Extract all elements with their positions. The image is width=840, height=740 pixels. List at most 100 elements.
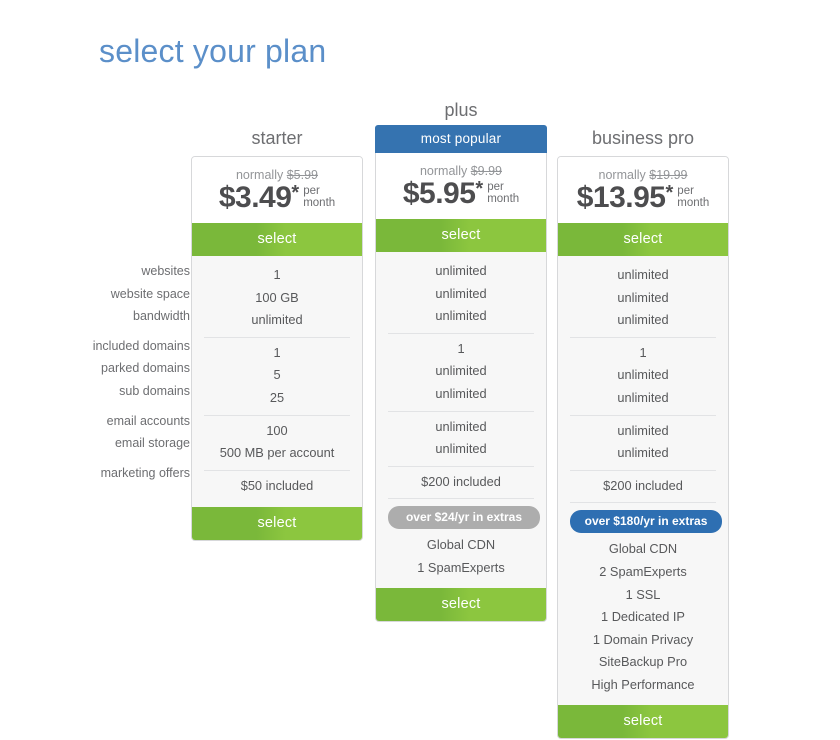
label-spacer [40,328,190,335]
plan-name: plus [444,100,478,120]
current-price: $13.95 * per month [558,183,728,213]
feature-group: 1 5 25 [204,336,350,415]
select-button-top-plus[interactable]: select [376,219,546,252]
feature-group: unlimited unlimited [388,410,534,466]
label-spacer [40,455,190,462]
feature-value: $50 included [240,477,314,493]
feature-label-group: websites website space bandwidth [40,260,190,328]
plan-column-business-pro: business pro normally $19.99 $13.95 * pe… [557,128,729,739]
select-button-top-starter[interactable]: select [192,223,362,256]
feature-label: bandwidth [133,309,190,324]
period-per: per [677,185,694,197]
price-asterisk: * [475,178,484,200]
feature-value: unlimited [435,418,487,434]
extra-item: Global CDN [608,541,678,557]
feature-value: 500 MB per account [219,445,335,461]
plan-name: business pro [591,128,695,148]
feature-label: email storage [114,436,190,451]
extras-group: over $24/yr in extras Global CDN 1 SpamE… [388,498,540,582]
normally-prefix: normally [235,168,284,182]
price-amount: $5.95 [402,177,476,210]
feature-value: unlimited [617,422,669,438]
period-per: per [303,185,320,197]
feature-value: unlimited [617,445,669,461]
period-month: month [677,197,710,209]
feature-group: $200 included [570,469,716,503]
feature-group: 1 unlimited unlimited [388,332,534,411]
feature-value: 25 [269,389,285,405]
select-button-bottom-plus[interactable]: select [376,587,546,621]
price-period: per month [677,183,709,209]
feature-value: $200 included [421,473,501,489]
price-amount: $13.95 [576,181,666,214]
plan-name: starter [251,128,303,148]
feature-label: sub domains [119,383,190,398]
feature-label-group: marketing offers [40,462,190,485]
feature-value: unlimited [617,312,669,328]
extra-item: 2 SpamExperts [599,563,687,579]
feature-label: parked domains [101,361,190,376]
plan-column-starter: starter normally $5.99 $3.49 * per month… [191,128,363,542]
period-per: per [487,181,504,193]
extra-item: SiteBackup Pro [598,654,688,670]
period-month: month [487,193,520,205]
feature-group: 100 500 MB per account [204,414,350,470]
select-button-top-business-pro[interactable]: select [558,223,728,256]
feature-value: unlimited [435,263,487,278]
extra-item: 1 SSL [625,586,661,602]
normally-price-struck: $5.99 [286,168,318,182]
feature-value: 5 [273,367,281,383]
feature-value: 100 GB [255,289,299,305]
feature-value: 1 [457,340,465,356]
price-asterisk: * [665,182,674,204]
normally-prefix: normally [598,168,646,182]
feature-value: unlimited [617,367,669,383]
price-asterisk: * [291,182,300,204]
normal-price: normally $19.99 [558,168,728,182]
feature-value: unlimited [435,363,487,379]
normally-price-struck: $19.99 [649,168,688,182]
price-block: normally $9.99 $5.95 * per month [376,153,546,219]
extra-item: 1 Domain Privacy [592,631,694,647]
feature-group: 1 unlimited unlimited [570,336,716,415]
extras-group: over $180/yr in extras Global CDN 2 Spam… [570,502,722,699]
normal-price: normally $5.99 [192,168,362,182]
feature-label-group: email accounts email storage [40,410,190,455]
normal-price: normally $9.99 [376,164,546,178]
feature-value: 100 [266,422,288,438]
price-period: per month [487,179,519,205]
label-spacer [40,403,190,410]
feature-group: 1 100 GB unlimited [192,260,362,337]
extra-item: Global CDN [426,537,496,553]
features-list: unlimited unlimited unlimited 1 unlimite… [558,256,728,705]
feature-value: unlimited [435,441,487,457]
feature-label: included domains [92,338,190,353]
feature-value: $200 included [603,477,683,493]
most-popular-badge: most popular [375,125,547,153]
normally-price-struck: $9.99 [470,164,502,178]
feature-value: unlimited [617,267,669,282]
feature-value: 1 [639,344,647,360]
feature-value: unlimited [435,285,487,301]
feature-label: website space [110,286,190,301]
price-amount: $3.49 [218,181,292,214]
feature-label: email accounts [106,413,190,428]
feature-labels-column: websites website space bandwidth include… [40,260,190,484]
features-list: 1 100 GB unlimited 1 5 25 100 500 MB per… [192,256,362,508]
feature-value: unlimited [435,308,487,324]
feature-value: 1 [273,344,281,360]
extras-badge: over $180/yr in extras [570,510,722,534]
extras-badge: over $24/yr in extras [388,506,540,530]
feature-group: unlimited unlimited [570,414,716,470]
price-block: normally $5.99 $3.49 * per month [192,157,362,223]
feature-label-group: included domains parked domains sub doma… [40,335,190,403]
select-button-bottom-starter[interactable]: select [192,507,362,541]
select-button-bottom-business-pro[interactable]: select [558,704,728,738]
plan-card: normally $9.99 $5.95 * per month select … [375,153,547,622]
feature-group: unlimited unlimited unlimited [558,260,728,337]
feature-value: unlimited [617,389,669,405]
feature-group: $200 included [388,465,534,499]
extra-item: 1 SpamExperts [417,559,505,575]
period-month: month [303,197,336,209]
feature-value: unlimited [617,289,669,305]
